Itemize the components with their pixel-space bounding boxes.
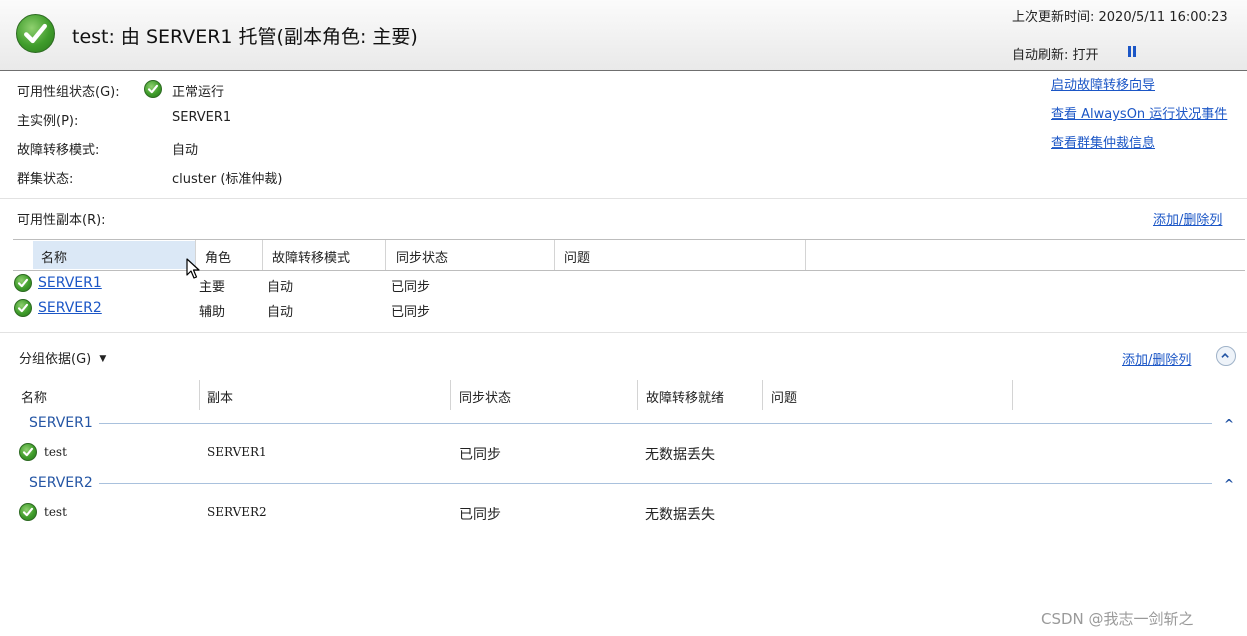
group-state-label: 可用性组状态(G): bbox=[17, 85, 120, 100]
failover-mode-label: 故障转移模式: bbox=[17, 143, 100, 158]
db-col-replica[interactable]: 副本 bbox=[207, 387, 233, 406]
db-col-failover-ready[interactable]: 故障转移就绪 bbox=[646, 387, 724, 406]
replicas-title: 可用性副本(R): bbox=[17, 213, 106, 228]
section-divider bbox=[0, 198, 1247, 199]
quorum-info-link[interactable]: 查看群集仲裁信息 bbox=[1051, 132, 1155, 151]
database-name[interactable]: test bbox=[44, 445, 67, 459]
replica-sync: 已同步 bbox=[391, 305, 431, 320]
database-ok-icon bbox=[19, 503, 37, 521]
database-replica: SERVER2 bbox=[207, 505, 267, 519]
database-sync-state: 已同步 bbox=[459, 447, 501, 463]
failover-mode-value: 自动 bbox=[172, 143, 199, 158]
group-header-line bbox=[99, 423, 1212, 424]
group-by-label: 分组依据(G) bbox=[19, 352, 92, 367]
watermark: CSDN @我志一剑斩之 bbox=[1041, 610, 1194, 628]
db-col-name[interactable]: 名称 bbox=[21, 387, 47, 406]
pause-icon[interactable] bbox=[1127, 46, 1137, 57]
dropdown-arrow-icon: ▼ bbox=[99, 354, 107, 364]
databases-add-remove-columns-link[interactable]: 添加/删除列 bbox=[1122, 349, 1191, 368]
failover-wizard-link[interactable]: 启动故障转移向导 bbox=[1051, 74, 1155, 93]
group-state-ok-icon bbox=[144, 80, 162, 98]
col-name[interactable]: 名称 bbox=[41, 247, 67, 266]
collapse-group-chevron-icon[interactable]: ^ bbox=[1224, 417, 1234, 431]
replica-role: 主要 bbox=[199, 280, 226, 295]
alwayson-events-link[interactable]: 查看 AlwaysOn 运行状况事件 bbox=[1051, 103, 1227, 122]
group-header-server: SERVER2 bbox=[29, 475, 93, 491]
chevron-up-icon bbox=[1221, 353, 1229, 358]
db-col-sync-state[interactable]: 同步状态 bbox=[459, 387, 511, 406]
col-sync-state[interactable]: 同步状态 bbox=[396, 247, 448, 266]
database-ok-icon bbox=[19, 443, 37, 461]
replica-sync: 已同步 bbox=[391, 280, 431, 295]
primary-instance-value: SERVER1 bbox=[172, 110, 232, 125]
database-name[interactable]: test bbox=[44, 505, 67, 519]
cluster-state-label: 群集状态: bbox=[17, 172, 74, 187]
group-state-value: 正常运行 bbox=[172, 85, 225, 100]
replica-failover: 自动 bbox=[267, 305, 294, 320]
primary-instance-label: 主实例(P): bbox=[17, 114, 79, 129]
replicas-add-remove-columns-link[interactable]: 添加/删除列 bbox=[1153, 209, 1222, 228]
col-failover-mode[interactable]: 故障转移模式 bbox=[272, 247, 350, 266]
database-replica: SERVER1 bbox=[207, 445, 267, 459]
group-by-dropdown[interactable]: 分组依据(G) ▼ bbox=[19, 348, 106, 367]
replica-name-link[interactable]: SERVER2 bbox=[38, 300, 102, 316]
healthy-check-icon bbox=[16, 14, 55, 53]
replica-role: 辅助 bbox=[199, 305, 226, 320]
collapse-all-button[interactable] bbox=[1216, 346, 1236, 366]
last-update-time: 上次更新时间: 2020/5/11 16:00:23 bbox=[1012, 10, 1228, 25]
database-failover-ready: 无数据丢失 bbox=[645, 507, 715, 523]
section-divider bbox=[0, 332, 1247, 333]
cluster-state-value: cluster (标准仲裁) bbox=[172, 172, 283, 187]
col-role[interactable]: 角色 bbox=[205, 247, 231, 266]
auto-refresh-status: 自动刷新: 打开 bbox=[1012, 48, 1099, 63]
collapse-group-chevron-icon[interactable]: ^ bbox=[1224, 477, 1234, 491]
replica-failover: 自动 bbox=[267, 280, 294, 295]
db-col-issues[interactable]: 问题 bbox=[771, 387, 797, 406]
replica-name-link[interactable]: SERVER1 bbox=[38, 275, 102, 291]
col-issues[interactable]: 问题 bbox=[564, 247, 590, 266]
database-failover-ready: 无数据丢失 bbox=[645, 447, 715, 463]
group-header-server: SERVER1 bbox=[29, 415, 93, 431]
page-title: test: 由 SERVER1 托管(副本角色: 主要) bbox=[72, 26, 418, 48]
replica-ok-icon bbox=[14, 274, 32, 292]
replica-ok-icon bbox=[14, 299, 32, 317]
group-header-line bbox=[99, 483, 1212, 484]
dashboard-header: test: 由 SERVER1 托管(副本角色: 主要) 上次更新时间: 202… bbox=[0, 0, 1247, 71]
database-sync-state: 已同步 bbox=[459, 507, 501, 523]
